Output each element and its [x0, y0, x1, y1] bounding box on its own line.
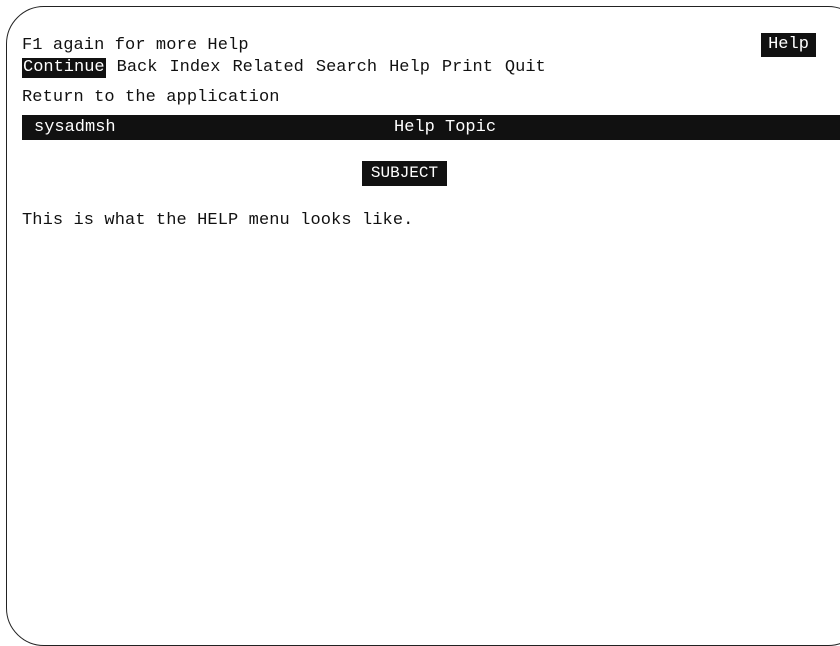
help-hint: F1 again for more Help	[22, 36, 249, 55]
help-title-bar: sysadmsh Help Topic	[22, 115, 840, 140]
menu-item-index[interactable]: Index	[168, 58, 221, 78]
menu-item-quit[interactable]: Quit	[504, 58, 547, 78]
menu-item-back[interactable]: Back	[116, 58, 159, 78]
menu-item-related[interactable]: Related	[231, 58, 304, 78]
menu-item-print[interactable]: Print	[441, 58, 494, 78]
menu-item-continue[interactable]: Continue	[22, 58, 106, 78]
help-body-text: This is what the HELP menu looks like.	[22, 211, 414, 230]
help-badge: Help	[761, 33, 816, 57]
menu-item-help[interactable]: Help	[388, 58, 431, 78]
help-menu-bar: Continue Back Index Related Search Help …	[22, 58, 547, 78]
menu-item-description: Return to the application	[22, 88, 280, 107]
menu-item-search[interactable]: Search	[315, 58, 378, 78]
help-topic-title: Help Topic	[394, 118, 497, 137]
subject-heading: SUBJECT	[362, 161, 447, 186]
app-name: sysadmsh	[34, 118, 116, 137]
